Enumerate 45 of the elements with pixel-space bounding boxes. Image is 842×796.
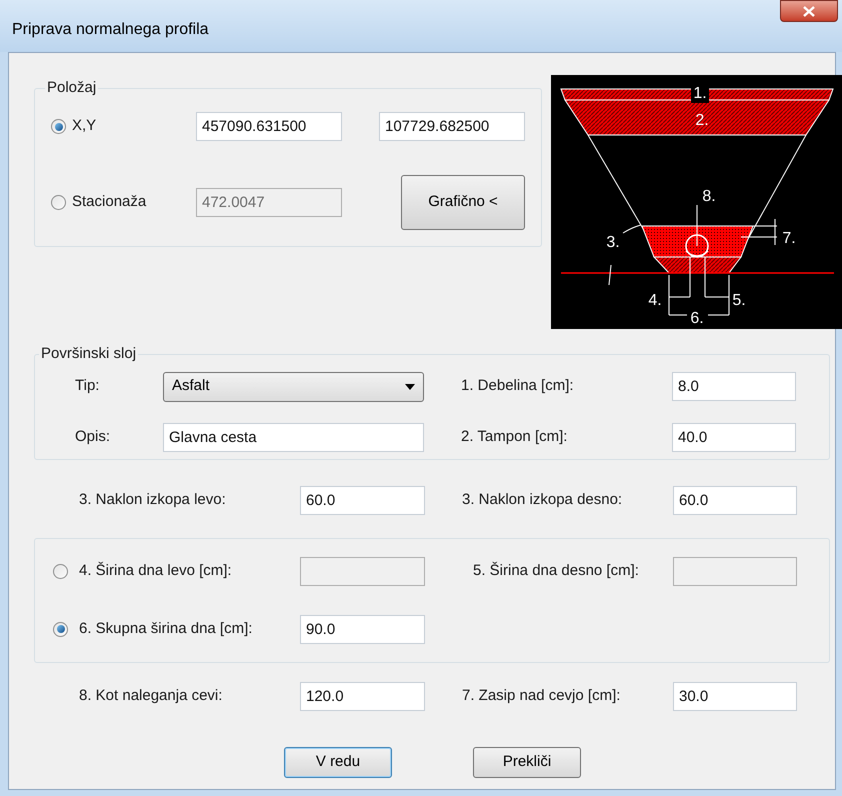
field-label: 5. Širina dna desno [cm]: <box>473 560 640 581</box>
field-label: 6. Skupna širina dna [cm]: <box>79 618 254 639</box>
input-field[interactable]: Glavna cesta <box>163 423 424 452</box>
dropdown-value: Asfalt <box>172 376 210 396</box>
field-label: Tip: <box>75 376 100 396</box>
type-dropdown[interactable]: Asfalt <box>163 372 424 402</box>
dialog-button[interactable]: V redu <box>284 747 392 778</box>
diagram-label: 3. <box>606 234 620 251</box>
group-title: Površinski sloj <box>40 344 138 364</box>
radio-button[interactable] <box>53 622 68 636</box>
graphic-button[interactable]: Grafično < <box>401 175 525 230</box>
dropdown-arrow-icon <box>405 384 415 390</box>
field-label: Stacionaža <box>72 192 148 212</box>
input-field[interactable]: 107729.682500 <box>379 112 525 141</box>
group-title: Položaj <box>46 78 98 98</box>
input-field[interactable]: 457090.631500 <box>196 112 342 141</box>
radio-button[interactable] <box>51 119 66 134</box>
input-field[interactable]: 30.0 <box>673 682 797 710</box>
close-button[interactable] <box>780 0 838 22</box>
dialog-button[interactable]: Prekliči <box>473 747 581 778</box>
input-field[interactable]: 40.0 <box>672 423 796 452</box>
diagram-label: 7. <box>782 230 796 247</box>
diagram-label: 2. <box>695 112 709 129</box>
field-label: 2. Tampon [cm]: <box>461 427 568 448</box>
window-title: Priprava normalnega profila <box>12 20 209 40</box>
field-label: 3. Naklon izkopa desno: <box>462 490 624 510</box>
diagram-label: 4. <box>648 292 662 309</box>
field-label: 8. Kot naleganja cevi: <box>79 686 224 706</box>
field-label: 7. Zasip nad cevjo [cm]: <box>462 686 622 706</box>
diagram-label: 6. <box>690 310 704 327</box>
diagram-label: 5. <box>732 292 746 309</box>
diagram-label: 8. <box>702 188 716 205</box>
diagram-label: 1. <box>693 85 707 102</box>
close-icon <box>803 6 815 16</box>
field-label: Opis: <box>75 427 112 448</box>
input-field[interactable]: 60.0 <box>300 486 425 514</box>
input-field[interactable]: 60.0 <box>673 486 797 514</box>
radio-button[interactable] <box>51 195 66 210</box>
field-label: 3. Naklon izkopa levo: <box>79 490 227 510</box>
field-label: X,Y <box>72 116 98 136</box>
input-field[interactable]: 8.0 <box>672 372 796 401</box>
input-field[interactable]: 120.0 <box>300 682 425 710</box>
input-field[interactable]: 90.0 <box>300 614 425 644</box>
field-label: 4. Širina dna levo [cm]: <box>79 560 233 581</box>
field-label: 1. Debelina [cm]: <box>461 376 575 396</box>
